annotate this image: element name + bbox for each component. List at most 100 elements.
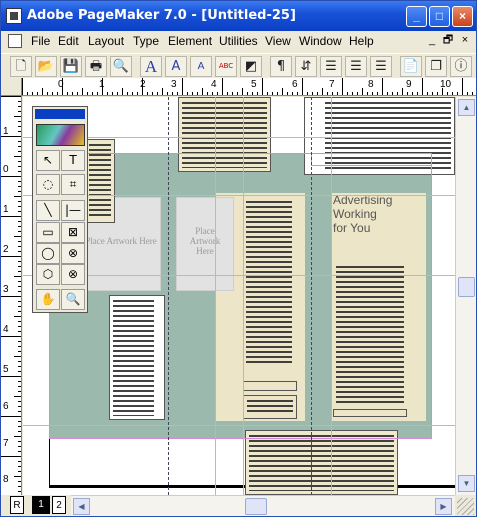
text-lines [249,434,394,491]
scroll-right-icon[interactable]: ▶ [435,498,452,515]
polygon-frame-tool-icon[interactable]: ⊗ [61,264,85,285]
page-tab-2[interactable]: 2 [52,496,66,514]
master-page-tab[interactable]: R [10,496,24,514]
ruler-h-label: 5 [251,79,257,90]
font-larger-icon[interactable]: A [165,56,187,77]
vertical-ruler-ticks [1,96,21,492]
ruler-corner[interactable] [1,78,22,96]
toolbar: 🗋 📂 💾 🖶 🔍 A A A ABC ◩ ¶ ⇵ ☰ ☰ ☰ 📄 ❐ ⓘ [1,53,476,77]
ruler-h-label: 4 [211,79,217,90]
ruler-guide[interactable] [331,97,332,495]
horizontal-scrollbar[interactable]: ◀ ▶ [71,495,455,516]
info-icon[interactable]: ⓘ [450,56,472,77]
resize-grip[interactable] [457,498,474,515]
ruler-v-label: 0 [3,164,9,175]
minimize-button[interactable]: _ [406,6,427,27]
tool-preview-image [36,124,85,146]
page-tabs: R 1 2 [1,495,71,516]
page-icon[interactable]: 📄 [400,56,422,77]
ruler-h-label: 8 [368,79,374,90]
menu-bar: File Edit Layout Type Element Utilities … [1,31,476,51]
document-icon[interactable] [8,34,22,48]
sort-icon[interactable]: ⇵ [295,56,317,77]
ruler-v-label: 7 [3,438,9,449]
toolbox-palette[interactable]: ↖ T ◌ ⌗ ╲ |— ▭ ⊠ ◯ ⊗ ⬡ ⊗ ✋ 🔍 [32,106,88,313]
menu-help[interactable]: Help [349,34,374,48]
polygon-tool-icon[interactable]: ⬡ [36,264,60,285]
app-window: Adobe PageMaker 7.0 - [Untitled-25] _ □ … [0,0,477,517]
ruler-v-label: 6 [3,401,9,412]
vertical-scroll-thumb[interactable] [458,277,475,297]
pointer-tool-icon[interactable]: ↖ [36,150,60,171]
type-icon[interactable]: A [140,56,162,77]
rectangle-tool-icon[interactable]: ▭ [36,222,60,243]
text-block[interactable] [245,430,398,495]
menu-type[interactable]: Type [133,34,159,48]
save-icon[interactable]: 💾 [60,56,82,77]
indent-icon[interactable]: ☰ [320,56,342,77]
new-icon[interactable]: 🗋 [10,56,32,77]
ruler-v-label: 5 [3,364,9,375]
ruler-h-label: 0 [58,79,64,90]
maximize-button[interactable]: □ [429,6,450,27]
scroll-up-icon[interactable]: ▲ [458,99,475,116]
zoom-tool-icon[interactable]: 🔍 [61,289,85,310]
align-icon[interactable]: ☰ [370,56,392,77]
ruler-v-label: 4 [3,324,9,335]
menu-element[interactable]: Element [168,34,212,48]
doc-restore-button[interactable]: 🗗 [441,33,455,47]
horizontal-ruler[interactable]: 0 1 2 3 4 5 6 7 8 9 10 [22,78,476,96]
font-smaller-icon[interactable]: A [190,56,212,77]
paragraph-icon[interactable]: ¶ [270,56,292,77]
close-button[interactable]: × [452,6,473,27]
menu-utilities[interactable]: Utilities [219,34,258,48]
spelling-icon[interactable]: ABC [215,56,237,77]
doc-close-button[interactable]: × [458,33,472,47]
menu-file[interactable]: File [31,34,50,48]
line-tool-icon[interactable]: ╲ [36,200,60,221]
menu-edit[interactable]: Edit [58,34,79,48]
ellipse-frame-tool-icon[interactable]: ⊗ [61,243,85,264]
ruler-v-label: 1 [3,204,9,215]
window-title: Adobe PageMaker 7.0 - [Untitled-25] [27,8,296,23]
title-bar: Adobe PageMaker 7.0 - [Untitled-25] _ □ … [1,1,476,31]
ruler-v-label: 3 [3,284,9,295]
vertical-scrollbar[interactable]: ▲ ▼ [455,97,476,495]
doc-minimize-button[interactable]: _ [425,33,439,47]
menu-layout[interactable]: Layout [88,34,124,48]
rotate-tool-icon[interactable]: ◌ [36,174,60,195]
constrained-line-tool-icon[interactable]: |— [61,200,85,221]
page-tab-1[interactable]: 1 [32,496,50,514]
ruler-v-label: 1 [3,126,9,137]
find-icon[interactable]: 🔍 [110,56,132,77]
hand-tool-icon[interactable]: ✋ [36,289,60,310]
ruler-guide[interactable] [23,425,455,426]
ruler-h-label: 6 [292,79,298,90]
pagemaker-app-icon[interactable] [6,8,22,24]
menu-window[interactable]: Window [299,34,342,48]
rectangle-frame-tool-icon[interactable]: ⊠ [61,222,85,243]
scroll-down-icon[interactable]: ▼ [458,475,475,492]
copy-icon[interactable]: ❐ [425,56,447,77]
text-tool-icon[interactable]: T [61,150,85,171]
toolbox-title-bar[interactable] [35,109,85,119]
ruler-v-label: 8 [3,474,9,485]
crop-tool-icon[interactable]: ⌗ [61,174,85,195]
fill-icon[interactable]: ◩ [240,56,262,77]
column-guide[interactable] [311,97,312,495]
print-icon[interactable]: 🖶 [85,56,107,77]
ruler-h-label: 2 [140,79,146,90]
ruler-h-label: 7 [329,79,335,90]
ellipse-tool-icon[interactable]: ◯ [36,243,60,264]
ruler-h-label: 10 [440,79,452,90]
open-icon[interactable]: 📂 [35,56,57,77]
ruler-guide[interactable] [243,97,244,495]
outdent-icon[interactable]: ☰ [345,56,367,77]
ruler-guide[interactable] [215,97,216,495]
menu-view[interactable]: View [265,34,291,48]
vertical-ruler[interactable]: 1 0 1 2 3 4 5 6 7 8 [1,96,22,496]
margin-guide [311,153,432,166]
scroll-left-icon[interactable]: ◀ [73,498,90,515]
horizontal-scroll-thumb[interactable] [245,498,267,515]
column-guide[interactable] [168,97,169,495]
